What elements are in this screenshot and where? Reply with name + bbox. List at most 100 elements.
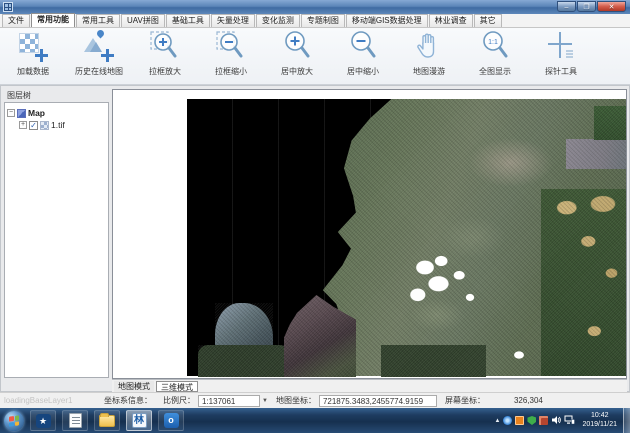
scale-label: 比例尺： (163, 395, 195, 406)
ribbon-tab-vector-processing[interactable]: 矢量处理 (211, 14, 255, 27)
status-bar: loadingBaseLayer1 坐标系信息： 比例尺： 1:137061 ▼… (0, 392, 630, 408)
tool-load-data[interactable]: 加载数据 (4, 30, 62, 82)
titlebar: – ❐ ✕ (0, 0, 630, 14)
ribbon-tab-forestry-survey[interactable]: 林业调查 (429, 14, 473, 27)
tool-center-zoom-out[interactable]: 居中缩小 (334, 30, 392, 82)
star-app-icon: ★ (36, 414, 51, 428)
load-data-icon (18, 30, 48, 64)
layer-checkbox[interactable]: ✓ (29, 121, 38, 130)
box-zoom-in-icon (150, 30, 180, 64)
tool-full-extent[interactable]: 1:1 全图显示 (466, 30, 524, 82)
window-app-icon (3, 2, 13, 12)
folder-icon (99, 415, 115, 427)
layer-panel-title: 图层树 (7, 90, 31, 101)
imagery-patch-forest-topright (594, 106, 627, 140)
tray-red-app-icon[interactable] (539, 416, 548, 425)
minimize-button[interactable]: – (557, 1, 576, 12)
taskbar-windows-explorer[interactable] (94, 410, 120, 431)
document-app-icon (69, 413, 82, 428)
windows-flag-icon (9, 415, 19, 426)
full-extent-icon: 1:1 (480, 30, 510, 64)
taskbar-app-document[interactable] (62, 410, 88, 431)
close-button[interactable]: ✕ (597, 1, 626, 12)
o-app-icon: o (164, 413, 179, 428)
tool-map-pan[interactable]: 地图漫游 (400, 30, 458, 82)
tray-blue-app-icon[interactable] (503, 416, 512, 425)
screen-coord-label: 屏幕坐标： (445, 395, 485, 406)
tab-map-mode[interactable]: 地图模式 (114, 381, 154, 392)
ribbon-tab-other[interactable]: 其它 (474, 14, 502, 27)
tool-center-zoom-in[interactable]: 居中放大 (268, 30, 326, 82)
clock-time: 10:42 (582, 412, 617, 421)
tool-label: 地图漫游 (413, 66, 445, 77)
layer-root-label: Map (28, 108, 45, 118)
scale-combobox[interactable]: 1:137061 (198, 395, 260, 407)
ribbon-tab-file[interactable]: 文件 (2, 14, 30, 27)
map-layer-icon (17, 109, 26, 118)
layer-tree: − Map + ✓ 1.tif (4, 102, 109, 378)
caption-buttons: – ❐ ✕ (557, 1, 626, 12)
ribbon-tab-change-monitoring[interactable]: 变化监测 (256, 14, 300, 27)
box-zoom-out-icon (216, 30, 246, 64)
tray-orange-app-icon[interactable] (515, 416, 524, 425)
ribbon-tab-thematic-mapping[interactable]: 专题制图 (301, 14, 345, 27)
main-toolbar: 加载数据 历史在线地图 拉框放大 (0, 28, 630, 85)
layer-tree-item[interactable]: + ✓ 1.tif (7, 119, 106, 131)
map-coord-label: 地图坐标： (276, 395, 316, 406)
imagery-patch-hill-base (198, 345, 293, 377)
tool-history-online-map[interactable]: 历史在线地图 (70, 30, 128, 82)
expand-icon[interactable]: + (19, 121, 27, 129)
tool-probe[interactable]: 探针工具 (532, 30, 590, 82)
tool-label: 加载数据 (17, 66, 49, 77)
scale-dropdown-icon[interactable]: ▼ (262, 398, 268, 404)
svg-text:1:1: 1:1 (488, 39, 498, 46)
imagery-patch-hill (215, 303, 273, 349)
forestry-app-icon: 林 (132, 413, 147, 428)
show-desktop-button[interactable] (623, 408, 630, 433)
tool-label: 历史在线地图 (75, 66, 123, 77)
network-icon[interactable] (564, 412, 575, 430)
ribbon-tab-mobile-gis-data[interactable]: 移动端GIS数据处理 (346, 14, 428, 27)
coord-system-label: 坐标系信息： (104, 395, 152, 406)
imagery-patch-urban (566, 139, 626, 169)
ribbon-tab-common-functions[interactable]: 常用功能 (31, 13, 75, 27)
tool-label: 全图显示 (479, 66, 511, 77)
volume-icon[interactable] (551, 412, 561, 430)
cloud-small (509, 348, 529, 362)
center-zoom-in-icon (282, 30, 312, 64)
tool-label: 居中缩小 (347, 66, 379, 77)
imagery-patch-forest-right (541, 189, 627, 376)
map-pan-icon (414, 30, 444, 64)
raster-layer-icon (40, 121, 49, 130)
ribbon-tab-basic-tools[interactable]: 基础工具 (166, 14, 210, 27)
tab-3d-mode[interactable]: 三维模式 (156, 381, 198, 392)
hidden-icons-arrow[interactable]: ▲ (495, 418, 501, 424)
map-coord-field[interactable]: 721875.3483,2455774.9159 (319, 395, 437, 407)
cloud-cluster (398, 248, 488, 313)
imagery-patch-bottom (381, 345, 486, 377)
ribbon-tab-uav-mosaic[interactable]: UAV拼图 (121, 14, 165, 27)
map-mode-tabs: 地图模式 三维模式 (112, 379, 627, 392)
taskbar-app-star[interactable]: ★ (30, 410, 56, 431)
ribbon-tab-common-tools[interactable]: 常用工具 (76, 14, 120, 27)
tool-label: 居中放大 (281, 66, 313, 77)
status-loading-text: loadingBaseLayer1 (4, 396, 96, 405)
history-online-map-icon (84, 30, 114, 64)
tool-box-zoom-out[interactable]: 拉框缩小 (202, 30, 260, 82)
taskbar-app-o[interactable]: o (158, 410, 184, 431)
screen-coord-value: 326,304 (514, 396, 543, 405)
tool-label: 探针工具 (545, 66, 577, 77)
clock-date: 2019/11/21 (582, 421, 617, 430)
taskbar-clock[interactable]: 10:42 2019/11/21 (582, 412, 617, 429)
map-viewport[interactable] (112, 89, 627, 379)
tray-green-shield-icon[interactable] (527, 416, 536, 425)
taskbar-app-lin-active[interactable]: 林 (126, 410, 152, 431)
start-button[interactable] (4, 411, 24, 431)
collapse-icon[interactable]: − (7, 109, 15, 117)
layer-tree-root[interactable]: − Map (7, 107, 106, 119)
tool-box-zoom-in[interactable]: 拉框放大 (136, 30, 194, 82)
center-zoom-out-icon (348, 30, 378, 64)
maximize-button[interactable]: ❐ (577, 1, 596, 12)
windows-taskbar: ★ 林 o ▲ 10:42 2019/11/21 (0, 408, 630, 433)
workspace: 图层树 − Map + ✓ 1.tif (0, 85, 630, 392)
